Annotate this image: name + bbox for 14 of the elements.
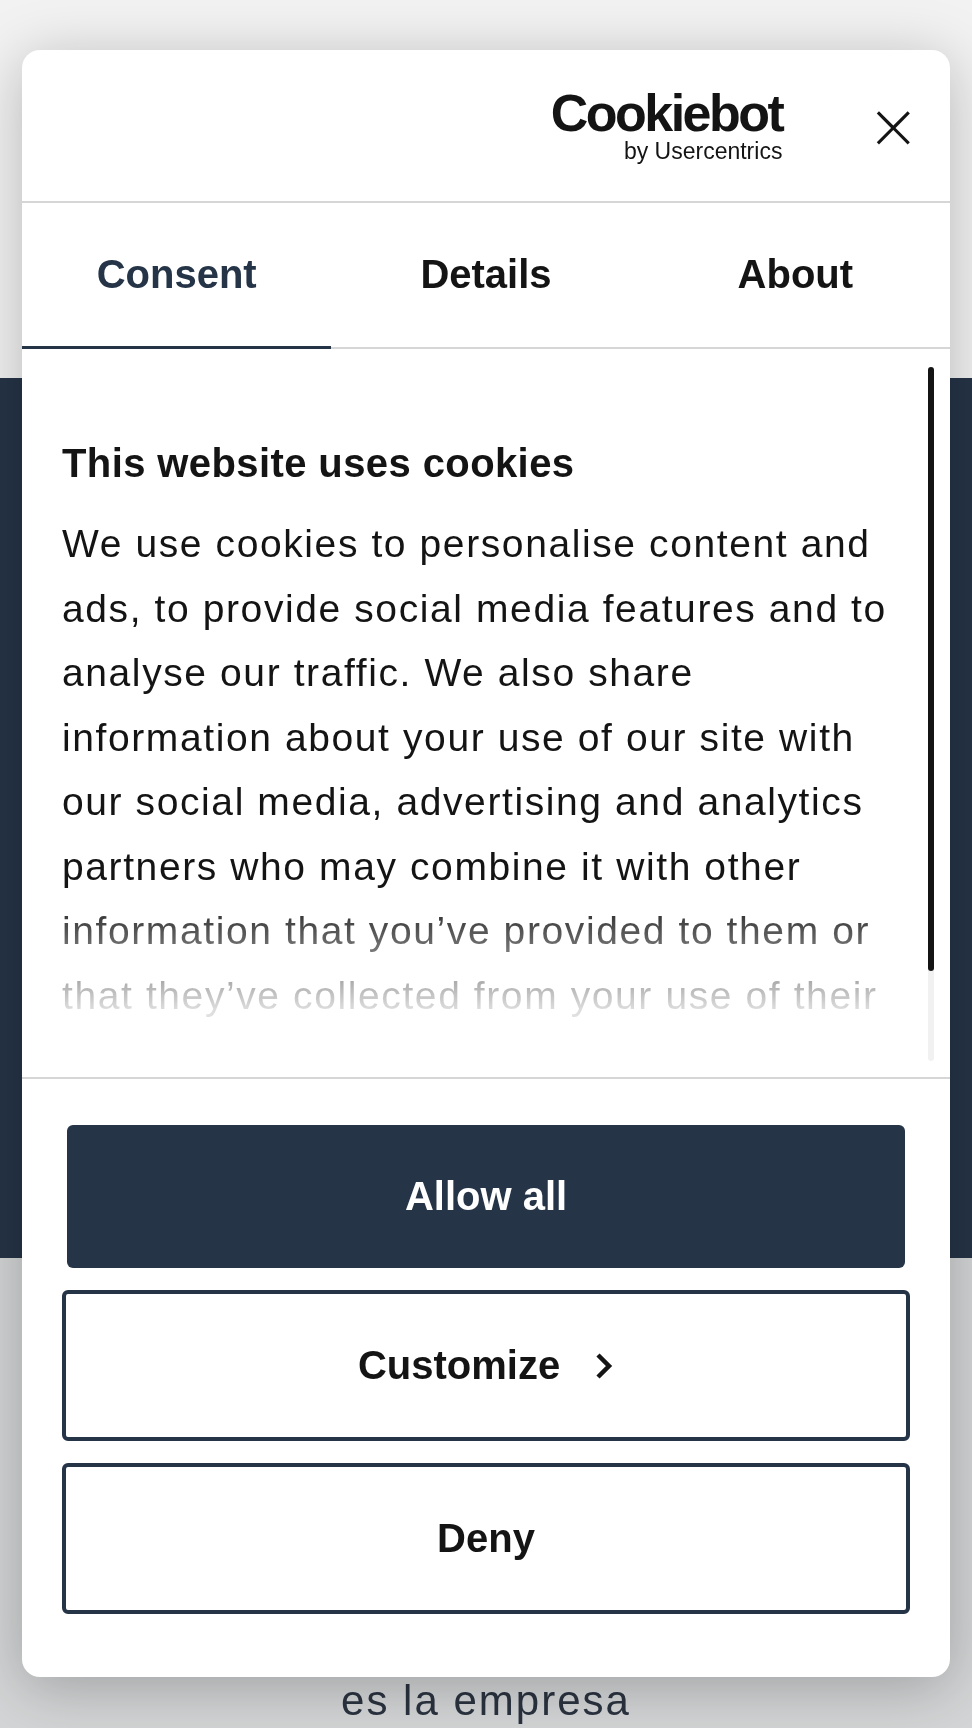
- deny-button[interactable]: Deny: [62, 1463, 910, 1614]
- scrollbar[interactable]: [928, 367, 934, 1061]
- tab[interactable]: About: [640, 203, 950, 349]
- logo-tagline: by Usercentrics: [623, 138, 783, 165]
- customize-button[interactable]: Customize: [62, 1290, 910, 1441]
- close-button[interactable]: ×: [862, 93, 924, 158]
- consent-text: We use cookies to personalise content and ads, to provide social media features and to analyse our traffic. We also share information about your use of our site with our social media, advertising and analytics partners who may combine it with other information that you’ve provided to them or that they’ve collected from your use of their: [62, 521, 888, 1019]
- chevron-icon: [594, 1350, 615, 1381]
- dialog-heading: This website uses cookies: [62, 441, 576, 486]
- tab[interactable]: Consent: [22, 203, 332, 349]
- allow-all-button[interactable]: Allow all: [67, 1125, 905, 1268]
- logo-wordmark: Cookiebot: [550, 86, 783, 139]
- background-heading: es la empresa: [341, 1678, 631, 1724]
- tab[interactable]: Details: [331, 203, 641, 349]
